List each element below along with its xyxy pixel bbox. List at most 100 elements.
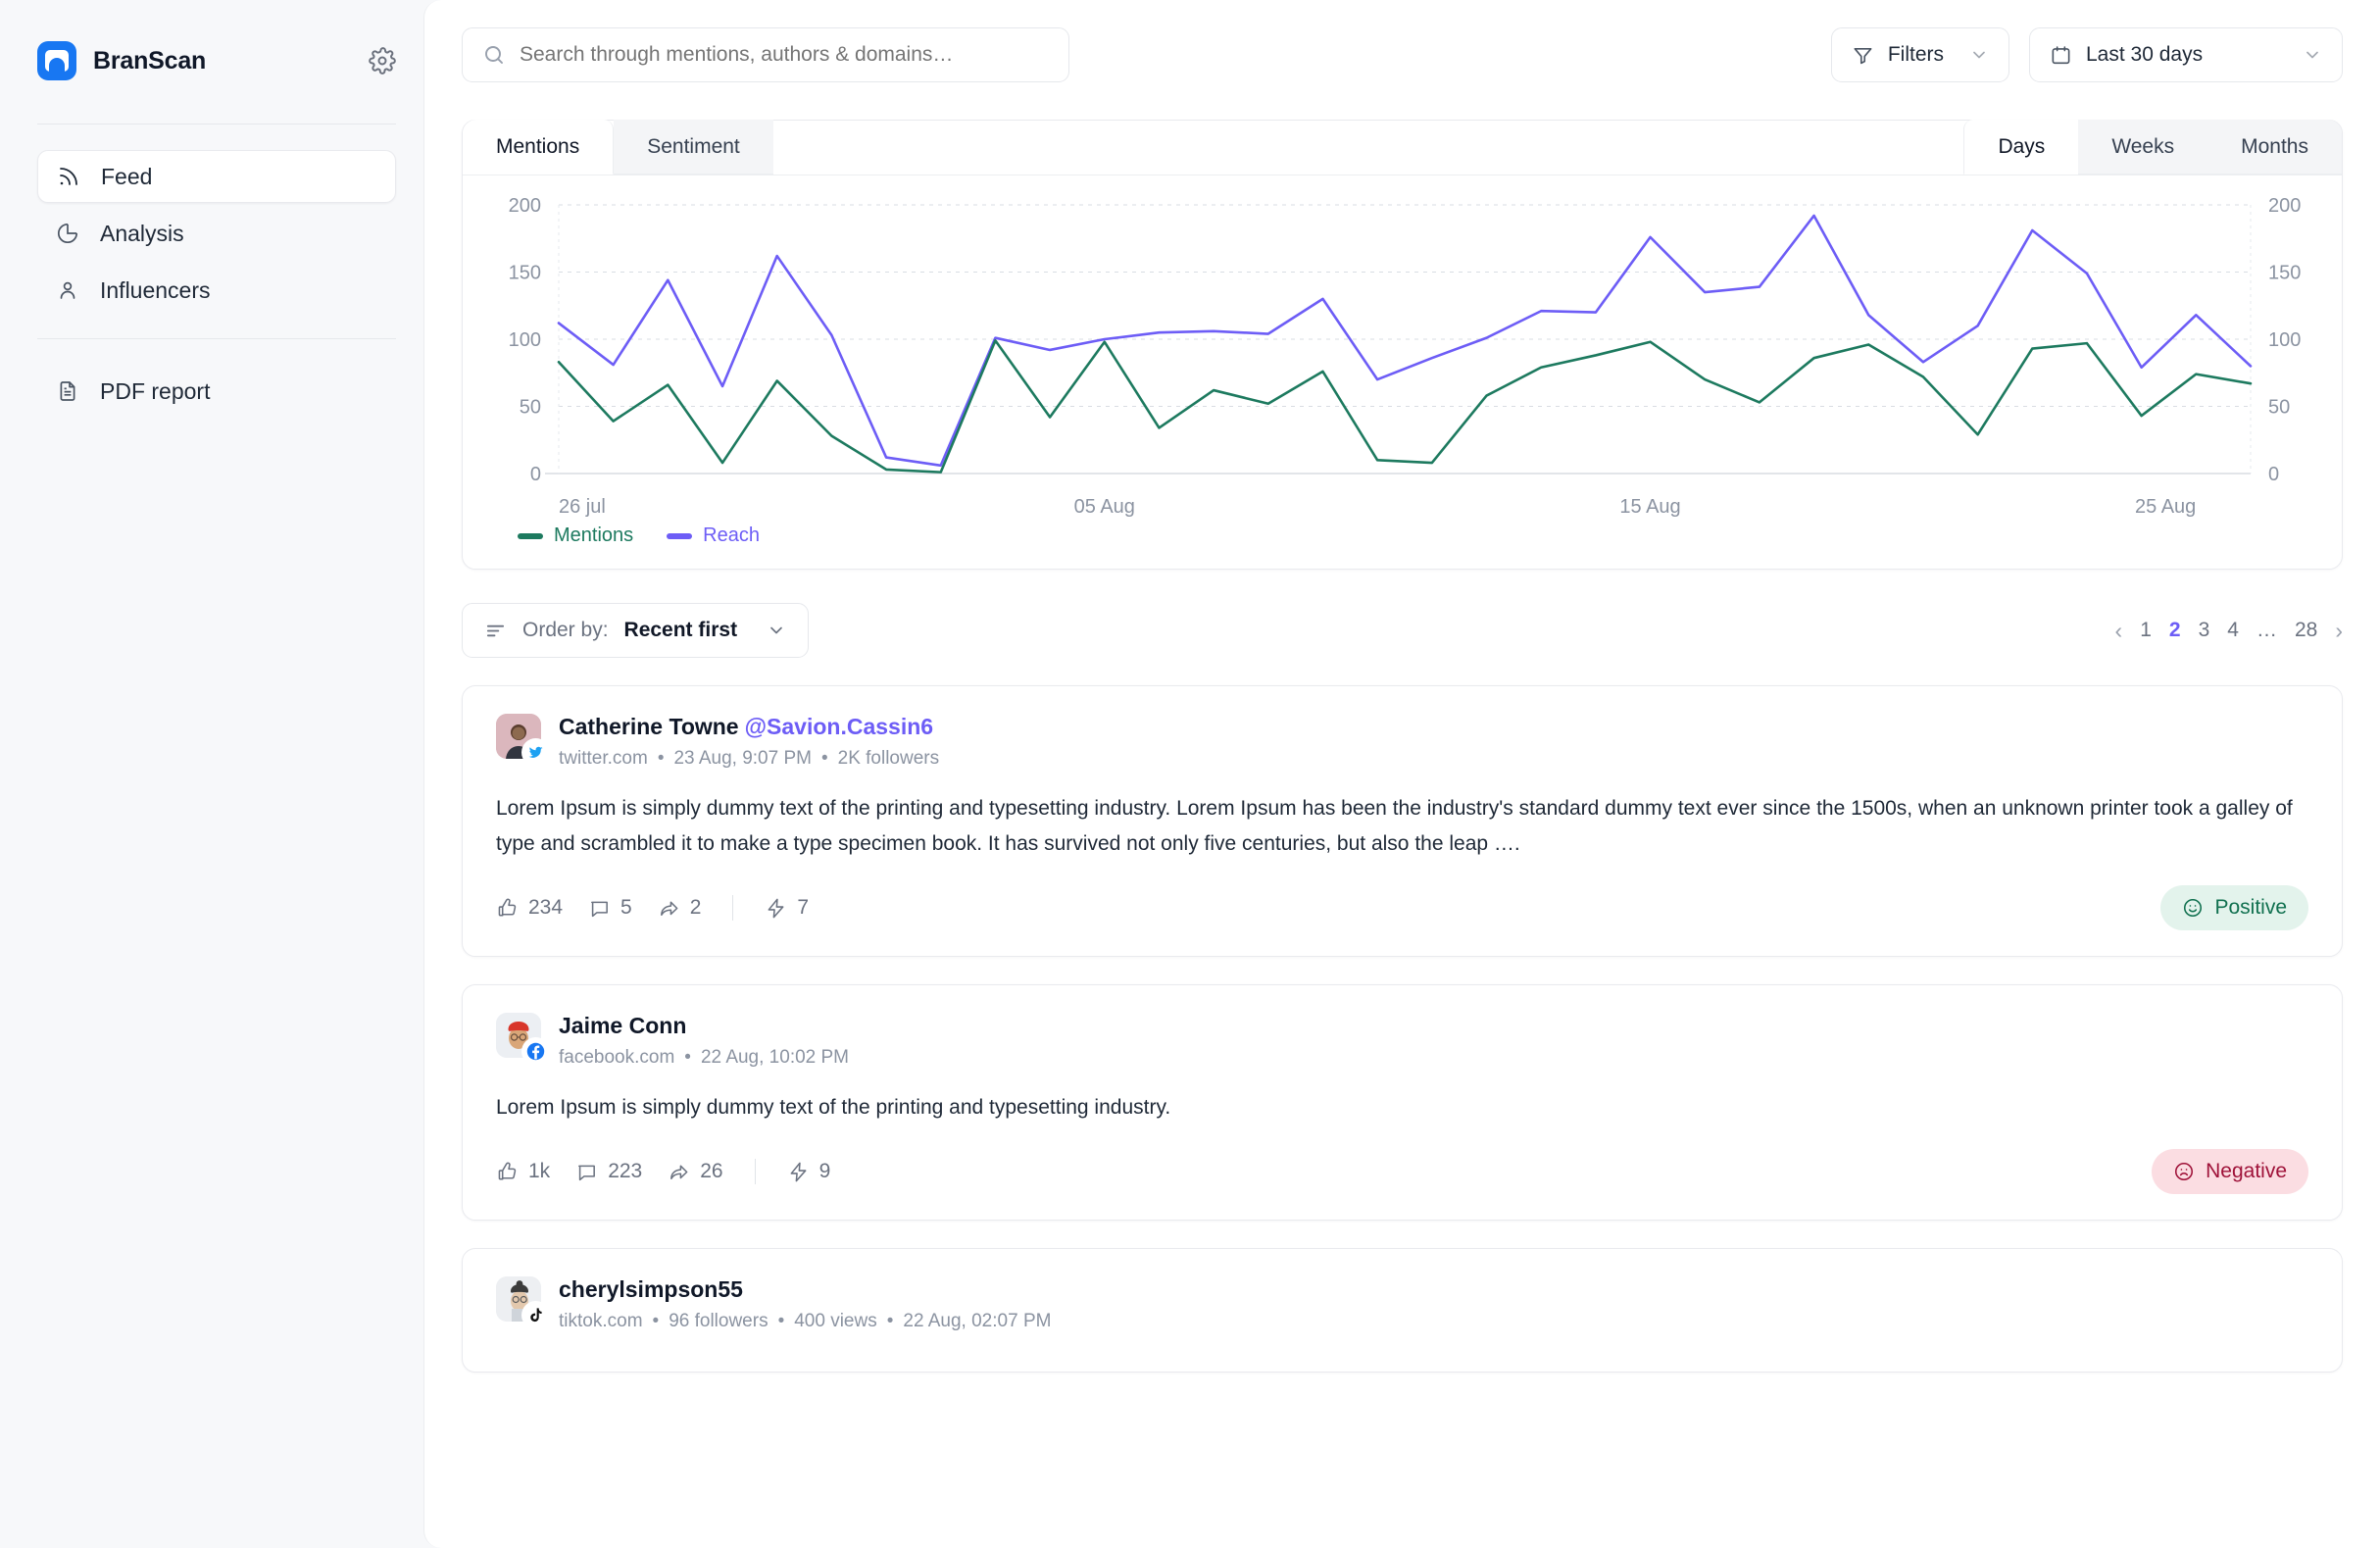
post-domain[interactable]: twitter.com	[559, 748, 648, 769]
post-followers: 2K followers	[837, 748, 940, 769]
post-author-name[interactable]: Catherine Towne	[559, 714, 739, 739]
tab-days[interactable]: Days	[1963, 120, 2079, 175]
reach-stat[interactable]: 7	[765, 896, 809, 920]
sidebar-item-influencers[interactable]: Influencers	[37, 264, 396, 317]
legend-item-mentions[interactable]: Mentions	[518, 524, 633, 547]
svg-text:05 Aug: 05 Aug	[1074, 496, 1135, 518]
sidebar-item-label: Influencers	[100, 276, 211, 303]
pagination-page-28[interactable]: 28	[2295, 619, 2317, 642]
search-input[interactable]	[520, 43, 1049, 67]
status-badge[interactable]: Negative	[2152, 1149, 2308, 1194]
twitter-icon	[523, 740, 548, 765]
order-by-dropdown[interactable]: Order by: Recent first	[462, 603, 810, 658]
status-badge[interactable]: Positive	[2160, 885, 2308, 930]
likes-stat[interactable]: 234	[496, 896, 563, 920]
shares-count: 26	[700, 1160, 723, 1182]
post-followers: 96 followers	[669, 1311, 769, 1331]
reach-count: 9	[818, 1160, 831, 1182]
post-time: 22 Aug, 02:07 PM	[903, 1311, 1052, 1331]
app-logo-icon	[37, 41, 76, 80]
post-author-handle[interactable]: @Savion.Cassin6	[745, 714, 933, 739]
meta-dot: •	[684, 1047, 691, 1068]
tab-mentions[interactable]: Mentions	[463, 120, 615, 175]
comments-count: 223	[608, 1160, 643, 1182]
legend-swatch-reach	[667, 532, 693, 539]
post-author-line: Jaime Conn	[559, 1013, 849, 1039]
avatar[interactable]	[496, 1276, 548, 1327]
topbar: Filters Last 30 days	[424, 0, 2380, 82]
post-author-name[interactable]: Jaime Conn	[559, 1013, 686, 1038]
pagination-ellipsis: …	[2256, 619, 2277, 641]
shares-stat[interactable]: 2	[658, 896, 702, 920]
comments-stat[interactable]: 5	[588, 896, 632, 920]
legend-item-reach[interactable]: Reach	[667, 524, 760, 547]
pagination-page-2[interactable]: 2	[2169, 619, 2181, 642]
meta-dot: •	[886, 1311, 894, 1331]
post-author-block: Jaime Conn facebook.com • 22 Aug, 10:02 PM	[559, 1013, 849, 1069]
sidebar-item-feed[interactable]: Feed	[37, 150, 396, 203]
pagination-prev[interactable]: ‹	[2115, 618, 2123, 644]
post-header: Jaime Conn facebook.com • 22 Aug, 10:02 PM	[496, 1013, 2308, 1069]
likes-count: 234	[528, 896, 564, 919]
reach-stat[interactable]: 9	[787, 1160, 831, 1183]
post-author-name[interactable]: cherylsimpson55	[559, 1276, 743, 1302]
post-meta: twitter.com • 23 Aug, 9:07 PM • 2K followers	[559, 748, 939, 770]
comments-stat[interactable]: 223	[575, 1160, 642, 1183]
avatar[interactable]	[496, 714, 548, 765]
sidebar-header: BranScan	[37, 41, 396, 80]
shares-count: 2	[689, 896, 702, 919]
svg-text:150: 150	[509, 263, 541, 284]
share-icon	[658, 897, 680, 920]
smiley-sad-icon	[2173, 1161, 2195, 1182]
chart-legend: Mentions Reach	[496, 524, 2308, 547]
post-author-line: Catherine Towne @Savion.Cassin6	[559, 714, 939, 740]
document-icon	[55, 378, 80, 404]
tab-sentiment[interactable]: Sentiment	[614, 120, 773, 175]
post-domain[interactable]: tiktok.com	[559, 1311, 643, 1331]
pagination-next[interactable]: ›	[2335, 618, 2343, 644]
smiley-happy-icon	[2182, 897, 2204, 919]
pie-chart-icon	[55, 221, 80, 246]
legend-label: Mentions	[554, 524, 634, 546]
tab-weeks[interactable]: Weeks	[2078, 120, 2208, 175]
share-icon	[668, 1161, 690, 1183]
chevron-down-icon	[767, 621, 786, 640]
gear-icon[interactable]	[369, 47, 396, 75]
tab-months[interactable]: Months	[2207, 120, 2342, 175]
facebook-icon	[523, 1039, 548, 1064]
main-panel: Filters Last 30 days	[423, 0, 2380, 1548]
sidebar-item-analysis[interactable]: Analysis	[37, 207, 396, 260]
status-badge-label: Negative	[2206, 1160, 2287, 1182]
chevron-down-icon	[2303, 45, 2322, 65]
avatar[interactable]	[496, 1013, 548, 1064]
pagination-page-1[interactable]: 1	[2140, 619, 2152, 642]
post-time: 23 Aug, 9:07 PM	[673, 748, 812, 769]
filters-button[interactable]: Filters	[1830, 27, 2009, 82]
post-domain[interactable]: facebook.com	[559, 1047, 674, 1068]
pagination-page-3[interactable]: 3	[2199, 619, 2210, 642]
sidebar-item-pdf-report[interactable]: PDF report	[37, 365, 396, 418]
sidebar-divider-bottom	[37, 338, 396, 339]
post-stats: 234 5 2 7	[496, 895, 809, 921]
chart-area: 0 0 50 50 100 100 150 150 200 200 26 jul 05 Aug 15 A…	[463, 175, 2342, 569]
svg-text:100: 100	[2268, 329, 2301, 351]
search-box[interactable]	[462, 27, 1069, 82]
post-card: cherylsimpson55 tiktok.com • 96 followers •…	[462, 1248, 2343, 1373]
comment-icon	[575, 1161, 598, 1183]
stats-divider	[732, 895, 734, 921]
brand[interactable]: BranScan	[37, 41, 206, 80]
post-header: cherylsimpson55 tiktok.com • 96 followers •…	[496, 1276, 2308, 1332]
svg-text:150: 150	[2268, 263, 2301, 284]
sidebar-item-label: Feed	[101, 163, 153, 189]
comments-count: 5	[620, 896, 632, 919]
post-footer: 234 5 2 7 Positive	[496, 885, 2308, 930]
order-row: Order by: Recent first ‹ 1 2 3 4 … 28 ›	[462, 603, 2343, 658]
svg-text:200: 200	[2268, 195, 2301, 217]
brand-name: BranScan	[93, 46, 207, 75]
shares-stat[interactable]: 26	[668, 1160, 723, 1183]
post-card: Catherine Towne @Savion.Cassin6 twitter.c…	[462, 685, 2343, 957]
date-range-button[interactable]: Last 30 days	[2029, 27, 2343, 82]
pagination-page-4[interactable]: 4	[2227, 619, 2239, 642]
app-root: BranScan Feed Analysis Influencers PDF r…	[0, 0, 2380, 1548]
likes-stat[interactable]: 1k	[496, 1160, 550, 1183]
